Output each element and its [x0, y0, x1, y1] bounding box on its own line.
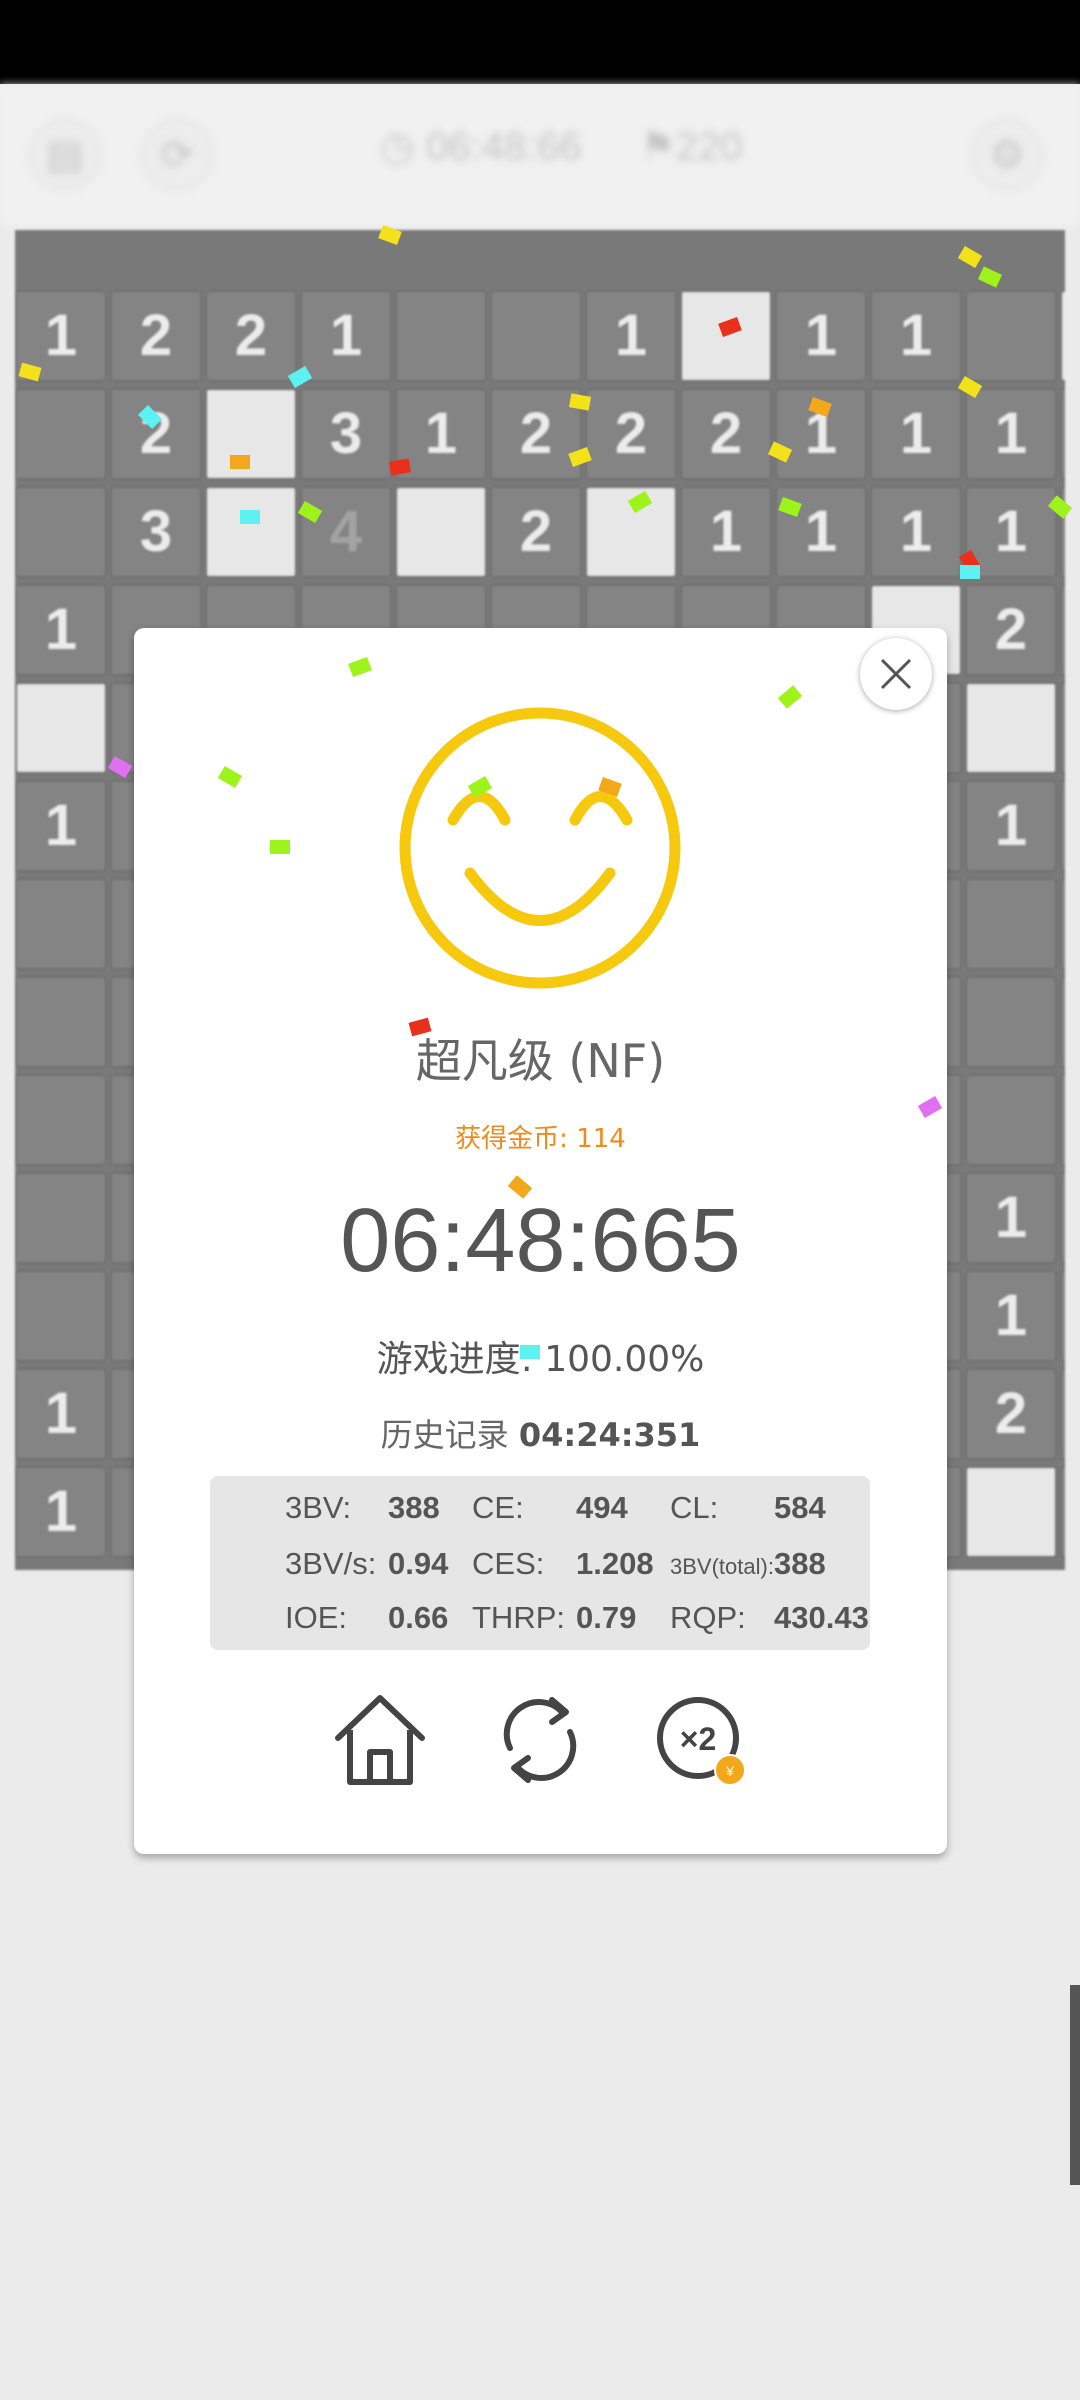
- home-icon: [335, 1695, 425, 1785]
- stat-3bvtotal-value: 388: [774, 1546, 826, 1581]
- confetti-piece: [270, 840, 290, 854]
- game-progress: 游戏进度: 100.00%: [376, 1339, 705, 1380]
- close-icon: [880, 658, 912, 690]
- stat-cl-value: 584: [774, 1490, 826, 1525]
- confetti-piece: [960, 565, 980, 579]
- svg-text:×2: ×2: [680, 1721, 716, 1757]
- stat-cl-label: CL:: [670, 1490, 719, 1525]
- scrollbar[interactable]: [1070, 1985, 1080, 2185]
- stat-3bvtotal-label: 3BV(total):: [670, 1554, 774, 1579]
- stat-ioe-value: 0.66: [388, 1600, 449, 1635]
- close-button[interactable]: [860, 638, 932, 710]
- home-button[interactable]: [330, 1690, 430, 1790]
- stat-ce-value: 494: [576, 1490, 628, 1525]
- best-record: 历史记录 04:24:351: [134, 1410, 947, 1456]
- double-reward-button[interactable]: ×2 ¥: [650, 1690, 750, 1790]
- stat-3bvs-value: 0.94: [388, 1546, 449, 1581]
- stat-ces-label: CES:: [472, 1546, 545, 1581]
- record-value: 04:24:351: [518, 1416, 701, 1454]
- smiley-face-icon: [399, 707, 681, 989]
- stat-3bv-label: 3BV:: [285, 1490, 352, 1525]
- stat-thrp-value: 0.79: [576, 1600, 637, 1635]
- svg-text:¥: ¥: [725, 1763, 734, 1779]
- status-bar: [0, 0, 1080, 84]
- stat-thrp-label: THRP:: [472, 1600, 565, 1635]
- confetti-piece: [520, 1345, 540, 1359]
- stat-rqp-label: RQP:: [670, 1600, 746, 1635]
- x2-coin-icon: ×2 ¥: [657, 1697, 746, 1786]
- confetti-piece: [230, 455, 250, 469]
- rank-title: 超凡级 (NF): [415, 1034, 666, 1088]
- confetti-piece: [240, 510, 260, 524]
- final-time: 06:48:665: [340, 1191, 741, 1291]
- stat-ce-label: CE:: [472, 1490, 524, 1525]
- stat-3bv-value: 388: [388, 1490, 440, 1525]
- stat-3bvs-label: 3BV/s:: [285, 1546, 377, 1581]
- stat-ces-value: 1.208: [576, 1546, 654, 1581]
- stat-ioe-label: IOE:: [285, 1600, 348, 1635]
- record-label: 历史记录: [380, 1416, 519, 1454]
- restart-button[interactable]: [490, 1690, 590, 1790]
- stats-panel: 3BV: 388 CE: 494 CL: 584 3BV/s: 0.94 CES…: [210, 1476, 870, 1650]
- coins-earned: 获得金币: 114: [455, 1124, 626, 1154]
- refresh-icon: [503, 1697, 577, 1783]
- stat-rqp-value: 430.43: [774, 1600, 869, 1635]
